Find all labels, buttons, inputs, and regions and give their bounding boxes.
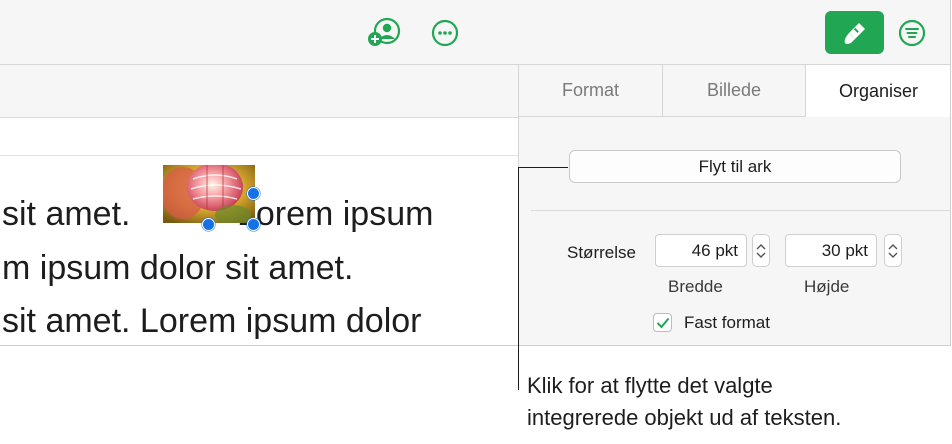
toolbar [0, 0, 950, 65]
width-label: Bredde [668, 277, 723, 296]
document-header-band [0, 65, 518, 118]
format-sidebar: Format Billede Organiser Flyt til ark St… [518, 65, 950, 345]
selection-handle-bottom-right[interactable] [247, 218, 260, 231]
text-line-3[interactable]: sit amet. Lorem ipsum dolor [2, 301, 422, 341]
document-canvas[interactable]: sit amet. Lorem ipsum m ipsum dolor sit … [0, 65, 518, 345]
callout-text: Klik for at flytte det valgte integrered… [527, 370, 952, 434]
chevron-up-icon[interactable] [888, 243, 898, 250]
tab-arrange[interactable]: Organiser [806, 65, 950, 117]
chevron-up-icon[interactable] [756, 243, 766, 250]
tab-image[interactable]: Billede [663, 65, 806, 116]
organize-filter-icon[interactable] [897, 18, 927, 48]
more-options-icon[interactable] [430, 18, 460, 48]
width-stepper[interactable] [752, 234, 770, 267]
callout-leader-vertical [518, 167, 519, 390]
chevron-down-icon[interactable] [888, 252, 898, 258]
text-before-image: sit amet. [2, 195, 140, 233]
add-collaborator-icon[interactable] [366, 17, 402, 49]
text-after-image: Lorem ipsum [236, 195, 434, 233]
chevron-down-icon[interactable] [756, 252, 766, 258]
constrain-proportions-checkbox[interactable] [653, 313, 672, 332]
sidebar-tabs: Format Billede Organiser [519, 65, 950, 117]
section-divider [531, 210, 950, 211]
app-window: sit amet. Lorem ipsum m ipsum dolor sit … [0, 0, 951, 346]
callout-line-1: Klik for at flytte det valgte [527, 373, 773, 398]
width-field[interactable]: 46 pkt [655, 234, 747, 267]
height-field[interactable]: 30 pkt [785, 234, 877, 267]
size-label: Størrelse [567, 243, 636, 262]
checkmark-icon [656, 317, 669, 328]
callout-line-2: integrerede objekt ud af teksten. [527, 405, 842, 430]
document-divider [0, 155, 518, 156]
height-label: Højde [804, 277, 850, 296]
inline-image-lantern[interactable] [163, 165, 255, 223]
selection-handle-bottom-left[interactable] [202, 218, 215, 231]
tab-format[interactable]: Format [519, 65, 663, 116]
callout-leader-horizontal [518, 167, 568, 168]
height-stepper[interactable] [884, 234, 902, 267]
text-line-2[interactable]: m ipsum dolor sit amet. [2, 248, 353, 288]
constrain-proportions-label: Fast format [684, 313, 770, 332]
selection-handle-top-right[interactable] [247, 187, 260, 200]
format-paintbrush-icon[interactable] [825, 11, 884, 54]
move-to-sheet-button[interactable]: Flyt til ark [569, 150, 901, 183]
